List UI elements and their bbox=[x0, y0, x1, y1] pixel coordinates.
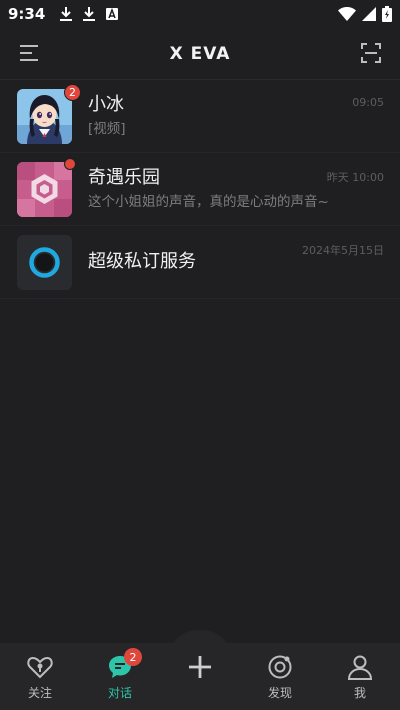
heart-lock-icon bbox=[27, 656, 53, 679]
conversation-item-qiyu[interactable]: 奇遇乐园 这个小姐姐的声音，真的是心动的声音~ 昨天 10:00 bbox=[0, 153, 400, 226]
nav-label: 对话 bbox=[107, 686, 132, 700]
status-bar: 9:34 bbox=[0, 0, 400, 28]
app-title: X EVA bbox=[169, 43, 231, 64]
nav-item-discover[interactable]: 发现 bbox=[240, 643, 320, 710]
download-icon bbox=[60, 7, 73, 21]
app-header: X EVA bbox=[0, 28, 400, 80]
avatar[interactable] bbox=[17, 157, 76, 217]
status-time: 9:34 bbox=[8, 5, 46, 23]
nav-unread-badge: 2 bbox=[124, 648, 142, 666]
profile-icon bbox=[347, 655, 373, 680]
nav-item-me[interactable]: 我 bbox=[320, 643, 400, 710]
unread-badge: 2 bbox=[64, 83, 81, 101]
nav-label: 我 bbox=[353, 686, 366, 700]
discover-icon bbox=[268, 655, 292, 679]
wifi-icon bbox=[338, 7, 356, 21]
plus-icon bbox=[189, 656, 211, 678]
conversation-time: 09:05 bbox=[352, 96, 384, 109]
nav-label: 关注 bbox=[27, 686, 52, 700]
nav-item-create[interactable] bbox=[160, 643, 240, 710]
battery-charging-icon bbox=[382, 6, 392, 22]
text-a-icon bbox=[106, 7, 119, 20]
nav-item-follow[interactable]: 关注 bbox=[0, 643, 80, 710]
nav-item-chat[interactable]: 2 对话 bbox=[80, 643, 160, 710]
bottom-nav: 关注 2 对话 发现 我 bbox=[0, 643, 400, 710]
nav-label: 发现 bbox=[267, 686, 292, 700]
conversation-item-xiaobing[interactable]: 2 小冰 [视频] 09:05 bbox=[0, 80, 400, 153]
conversation-list: 2 小冰 [视频] 09:05 奇遇乐园 这个小姐姐的声音，真的是心动的声音~ … bbox=[0, 80, 400, 299]
conversation-preview: [视频] bbox=[88, 121, 126, 137]
cellular-signal-icon bbox=[362, 7, 376, 21]
conversation-preview: 这个小姐姐的声音，真的是心动的声音~ bbox=[88, 194, 329, 210]
hexagon-pink-avatar bbox=[17, 161, 72, 217]
conversation-item-service[interactable]: 超级私订服务 2024年5月15日 bbox=[0, 226, 400, 299]
blue-ring-avatar bbox=[17, 234, 72, 290]
scan-icon[interactable] bbox=[360, 42, 382, 64]
unread-dot bbox=[64, 157, 76, 170]
avatar[interactable]: 2 bbox=[17, 83, 81, 144]
anime-girl-avatar bbox=[17, 88, 72, 144]
conversation-time: 昨天 10:00 bbox=[326, 171, 384, 184]
download-icon bbox=[83, 7, 96, 21]
conversation-time: 2024年5月15日 bbox=[302, 244, 384, 257]
menu-icon[interactable] bbox=[18, 42, 40, 64]
avatar[interactable] bbox=[17, 234, 72, 290]
